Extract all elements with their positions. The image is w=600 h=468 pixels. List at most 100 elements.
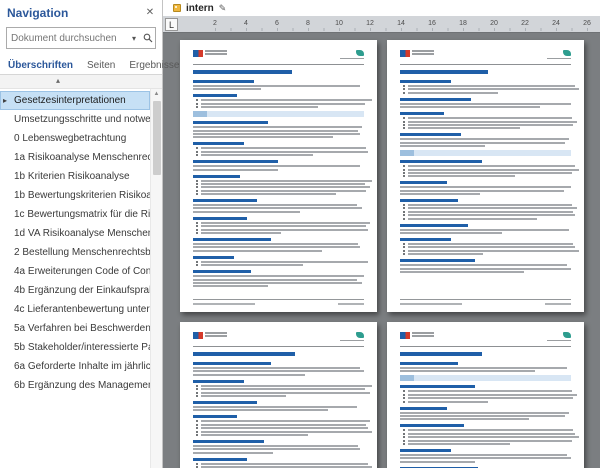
nav-heading-item[interactable]: 4b Ergänzung der Einkaufspraktiken (0, 281, 150, 300)
document-page[interactable] (180, 40, 377, 312)
partner-logo (547, 50, 571, 59)
nav-heading-item[interactable]: 6b Ergänzung des Management Review u... (0, 376, 150, 395)
nav-heading-item[interactable]: Umsetzungsschritte und notwendige Doku..… (0, 110, 150, 129)
expand-triangle-icon[interactable]: ▸ (3, 91, 7, 110)
search-icon[interactable] (141, 33, 155, 43)
nav-heading-label: Umsetzungsschritte und notwendige Doku..… (14, 114, 150, 125)
text-line-skeleton (193, 88, 261, 90)
text-line-skeleton (408, 214, 576, 216)
company-logo-text-skeleton (412, 332, 434, 338)
text-line-skeleton (201, 190, 367, 192)
search-options-chevron-icon[interactable]: ▾ (127, 34, 141, 43)
scrollbar-thumb[interactable] (153, 101, 161, 175)
text-line-skeleton (193, 448, 361, 450)
page-title-skeleton (400, 352, 482, 356)
text-line-skeleton (408, 429, 574, 431)
nav-heading-item[interactable]: 5b Stakeholder/interessierte Parteien im… (0, 338, 150, 357)
nav-heading-label: 4a Erweiterungen Code of Conduct (14, 266, 150, 277)
text-line-skeleton (400, 367, 568, 369)
tab-überschriften[interactable]: Überschriften (7, 58, 74, 74)
ruler-number: 26 (583, 20, 591, 27)
ruler-ticks (215, 28, 594, 31)
company-logo (400, 50, 434, 57)
text-line-skeleton (193, 130, 359, 132)
section-heading-skeleton (193, 238, 272, 241)
nav-heading-item[interactable]: 1d VA Risikoanalyse Menschenrechte (Erlä… (0, 224, 150, 243)
text-line-skeleton (408, 440, 572, 442)
shaded-heading-band (193, 111, 364, 117)
tab-seiten[interactable]: Seiten (86, 58, 116, 74)
nav-heading-label: 1c Bewertungsmatrix für die Risikoanalys… (14, 209, 150, 220)
nav-heading-item[interactable]: 6a Geforderte Inhalte im jährlichen Mens… (0, 357, 150, 376)
navigation-scrollbar[interactable]: ▲ (150, 89, 162, 468)
text-line-skeleton (201, 420, 370, 422)
section-heading-skeleton (193, 142, 244, 145)
text-line-skeleton (193, 211, 301, 213)
document-search-box[interactable]: ▾ (6, 27, 156, 49)
collapse-arrow-icon[interactable]: ▴ (56, 76, 60, 85)
text-line-skeleton (408, 433, 576, 435)
nav-heading-item[interactable]: 1c Bewertungsmatrix für die Risikoanalys… (0, 205, 150, 224)
section-heading-skeleton (193, 362, 272, 365)
nav-heading-item[interactable]: 1a Risikoanalyse Menschenrechte (0, 148, 150, 167)
text-line-skeleton (201, 222, 370, 224)
text-line-skeleton (201, 424, 367, 426)
ruler-number: 8 (306, 20, 310, 27)
edit-sensitivity-pencil-icon[interactable]: ✎ (219, 3, 227, 14)
text-line-skeleton (201, 392, 370, 394)
text-line-skeleton (408, 117, 572, 119)
partner-logo-mark-icon (356, 50, 364, 56)
text-line-skeleton (193, 250, 323, 252)
section-heading-skeleton (193, 199, 258, 202)
sensitivity-label: intern (186, 3, 214, 14)
section-heading-skeleton (193, 160, 279, 163)
section-heading-skeleton (400, 407, 448, 410)
scroll-up-icon[interactable]: ▲ (151, 89, 162, 97)
text-line-skeleton (400, 454, 568, 456)
text-line-skeleton (193, 452, 273, 454)
document-page[interactable] (180, 322, 377, 468)
document-page[interactable] (387, 40, 584, 312)
close-icon[interactable]: ✕ (142, 5, 158, 21)
text-line-skeleton (400, 461, 475, 463)
text-line-skeleton (201, 229, 369, 231)
shaded-heading-band (400, 375, 571, 381)
company-logo (193, 332, 227, 339)
ruler-number: 24 (552, 20, 560, 27)
search-input[interactable] (7, 33, 127, 44)
section-heading-skeleton (400, 259, 475, 262)
section-heading-skeleton (193, 94, 237, 97)
page-footer-rule (193, 299, 364, 300)
ruler-number: 10 (335, 20, 343, 27)
nav-heading-label: 6a Geforderte Inhalte im jährlichen Mens… (14, 361, 150, 372)
sensitivity-tag-icon (173, 4, 181, 12)
text-line-skeleton (201, 225, 367, 227)
nav-heading-item[interactable]: ▸Gesetzesinterpretationen (0, 91, 150, 110)
nav-heading-item[interactable]: 5a Verfahren bei Beschwerden (0, 319, 150, 338)
nav-heading-item[interactable]: 4a Erweiterungen Code of Conduct (0, 262, 150, 281)
page-title-skeleton (193, 70, 292, 74)
text-line-skeleton (400, 186, 571, 188)
nav-heading-item[interactable]: 0 Lebenswegbetrachtung (0, 129, 150, 148)
nav-heading-item[interactable]: 1b Bewertungskriterien Risikoanalyse Men… (0, 186, 150, 205)
text-line-skeleton (193, 169, 279, 171)
text-line-skeleton (400, 190, 564, 192)
tab-selector[interactable]: L (165, 18, 178, 31)
nav-heading-label: 1b Kriterien Risikoanalyse (14, 171, 130, 182)
section-heading-skeleton (400, 98, 472, 101)
section-heading-skeleton (400, 133, 462, 136)
text-line-skeleton (193, 133, 361, 135)
page-header (400, 332, 571, 344)
partner-logo-mark-icon (356, 332, 364, 338)
section-heading-skeleton (193, 401, 258, 404)
nav-heading-item[interactable]: 4c Lieferantenbewertung unter Einbezug v… (0, 300, 150, 319)
company-logo-mark-icon (400, 50, 410, 57)
document-page[interactable] (387, 322, 584, 468)
company-logo-text-skeleton (205, 50, 227, 56)
nav-heading-item[interactable]: 2 Bestellung Menschenrechtsbeauftragter (0, 243, 150, 262)
horizontal-ruler[interactable]: L 2468101214161820222426 (163, 16, 600, 33)
section-heading-skeleton (400, 362, 458, 365)
tab-ergebnisse[interactable]: Ergebnisse (128, 58, 180, 74)
nav-heading-item[interactable]: 1b Kriterien Risikoanalyse (0, 167, 150, 186)
section-heading-skeleton (193, 80, 255, 83)
